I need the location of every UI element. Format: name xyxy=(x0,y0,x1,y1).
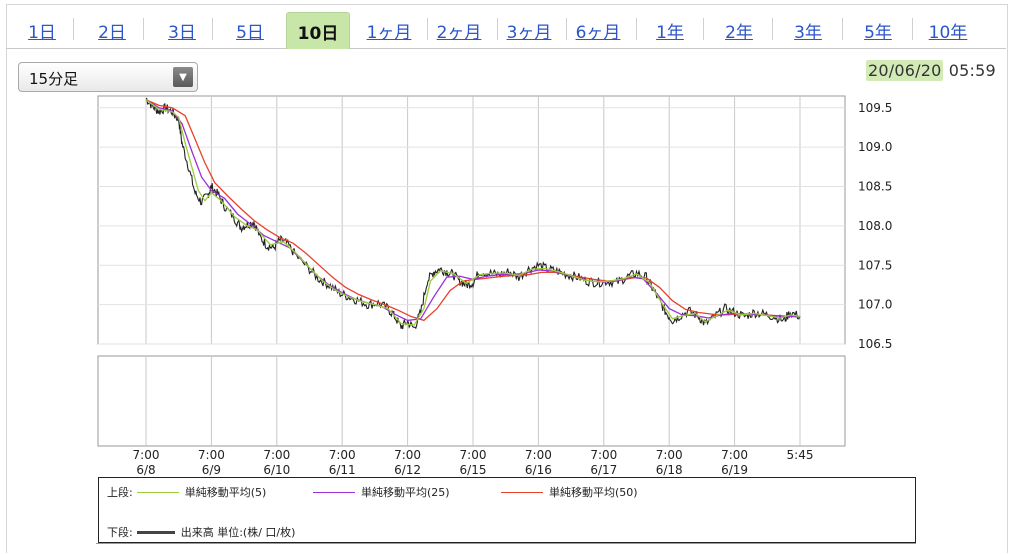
y-tick-label: 106.5 xyxy=(858,337,892,351)
footer-divider xyxy=(96,543,916,544)
legend-ma50-swatch xyxy=(501,491,543,493)
x-tick-time: 7:00 xyxy=(329,448,356,462)
x-tick-date: 6/19 xyxy=(721,463,748,477)
legend-volume-swatch xyxy=(136,530,175,534)
legend-ma5-label: 単純移動平均(5) xyxy=(184,486,267,499)
legend-ma5-swatch xyxy=(136,491,179,493)
y-tick-label: 108.0 xyxy=(858,219,892,233)
chart-legend: 上段: 単純移動平均(5) 単純移動平均(25) 単純移動平均(50) 下段: … xyxy=(98,477,916,543)
x-tick-date: 6/9 xyxy=(202,463,221,477)
x-tick-date: 6/10 xyxy=(263,463,290,477)
legend-ma25-swatch xyxy=(313,491,355,493)
price-panel xyxy=(97,95,846,345)
y-tick-label: 109.5 xyxy=(858,101,892,115)
x-tick-date: 6/17 xyxy=(590,463,617,477)
x-tick-time: 7:00 xyxy=(263,448,290,462)
x-tick-time: 7:00 xyxy=(198,448,225,462)
volume-panel xyxy=(97,355,846,447)
y-tick-label: 107.5 xyxy=(858,258,892,272)
x-tick-date: 6/15 xyxy=(460,463,487,477)
legend-ma25-label: 単純移動平均(25) xyxy=(361,486,450,499)
x-tick-date: 6/8 xyxy=(136,463,155,477)
x-tick-date: 6/11 xyxy=(329,463,356,477)
y-tick-label: 107.0 xyxy=(858,298,892,312)
x-tick-time: 7:00 xyxy=(133,448,160,462)
legend-volume-label: 出来高 単位:(株/ 口/枚) xyxy=(180,526,296,539)
legend-upper-label: 上段: xyxy=(107,486,133,499)
y-tick-label: 108.5 xyxy=(858,180,892,194)
x-tick-time: 7:00 xyxy=(590,448,617,462)
legend-ma50-label: 単純移動平均(50) xyxy=(549,486,638,499)
x-tick-time: 5:45 xyxy=(787,448,814,462)
x-tick-time: 7:00 xyxy=(394,448,421,462)
x-tick-date: 6/18 xyxy=(656,463,683,477)
x-tick-date: 6/16 xyxy=(525,463,552,477)
x-tick-time: 7:00 xyxy=(525,448,552,462)
x-tick-time: 7:00 xyxy=(460,448,487,462)
x-tick-time: 7:00 xyxy=(656,448,683,462)
x-tick-date: 6/12 xyxy=(394,463,421,477)
price-chart: 7:006/87:006/97:006/107:006/117:006/127:… xyxy=(97,95,892,477)
x-tick-time: 7:00 xyxy=(721,448,748,462)
legend-lower-label: 下段: xyxy=(107,526,133,539)
y-tick-label: 109.0 xyxy=(858,140,892,154)
